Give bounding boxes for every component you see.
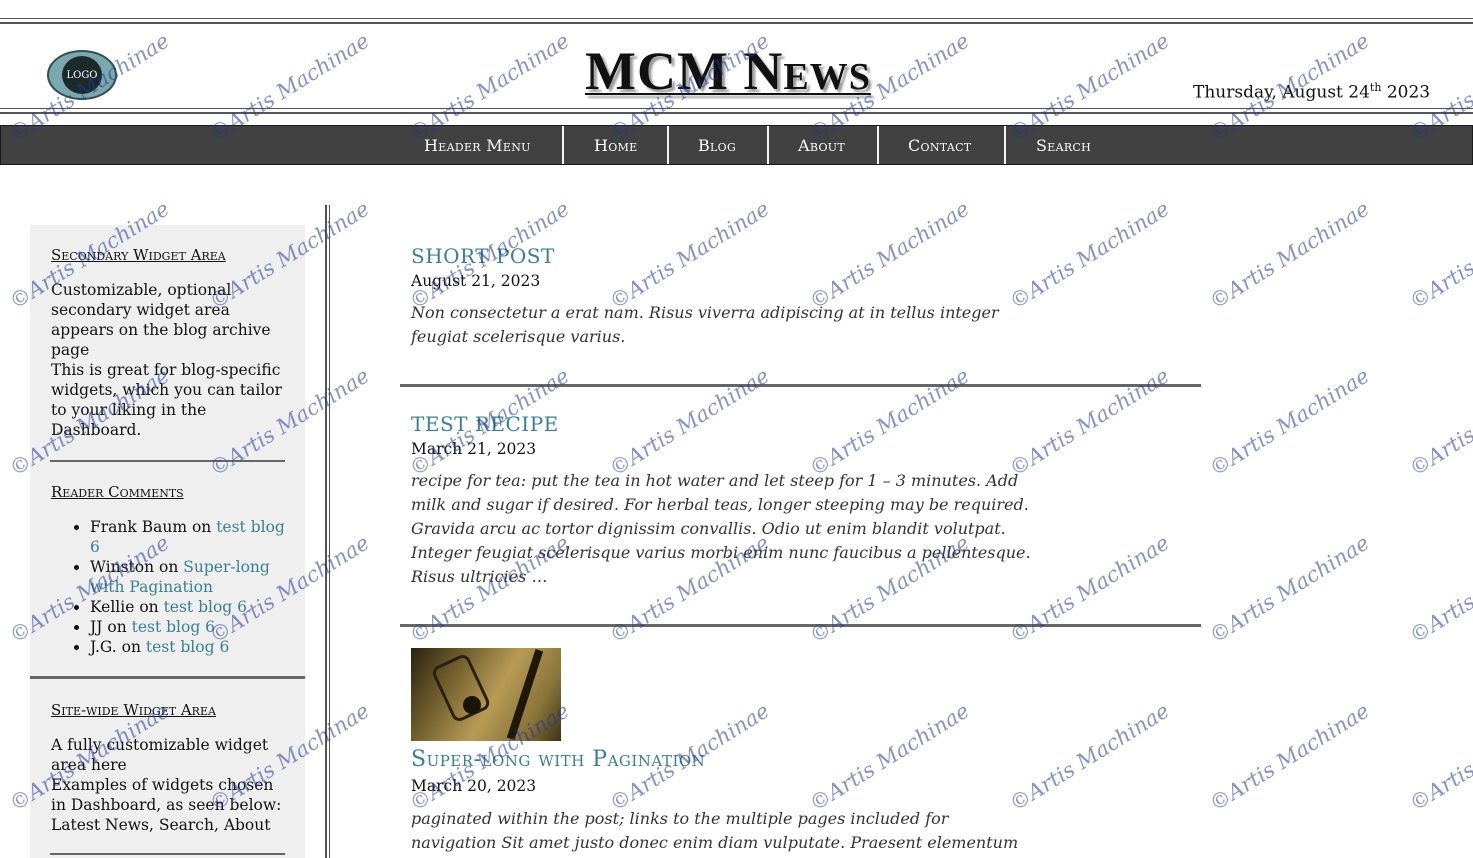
nav-about[interactable]: About [798, 126, 845, 164]
secondary-widget-paragraph: Customizable, optional secondary widget … [51, 281, 271, 359]
widget-divider [50, 853, 285, 855]
comment-post-link[interactable]: test blog 6 [164, 598, 247, 616]
widget-divider [30, 676, 305, 679]
watermark-text: ©Artis Machinae [605, 196, 774, 314]
post-excerpt: paginated within the post; links to the … [411, 809, 1019, 852]
nav-separator [767, 126, 769, 164]
nav-search[interactable]: Search [1036, 126, 1091, 164]
current-date: Thursday, August 24th 2023 [1193, 81, 1430, 103]
comment-on: on [134, 598, 164, 616]
sitewide-widget-paragraph: Examples of widgets chosen in Dashboard,… [51, 776, 282, 834]
comment-item: J.G. on test blog 6 [90, 637, 290, 657]
nav-separator [667, 126, 669, 164]
sidebar: Secondary Widget Area Customizable, opti… [30, 225, 305, 858]
comment-item: Kellie on test blog 6 [90, 597, 290, 617]
sidebar-divider [325, 205, 330, 858]
watermark-text: ©Artis Machinae [1405, 531, 1473, 648]
post-title[interactable]: SHORT POST [411, 244, 555, 268]
header-bottom-rule [0, 108, 1473, 114]
thumbnail-detail [506, 649, 544, 740]
watermark-text: ©Artis Machinae [1205, 363, 1374, 481]
watermark-text: ©Artis Machinae [605, 363, 774, 481]
secondary-widget-text: Customizable, optional secondary widget … [51, 280, 291, 440]
nav-separator [1004, 126, 1006, 164]
sitewide-widget-paragraph: A fully customizable widget area here [51, 736, 269, 774]
watermark-text: ©Artis Machinae [1005, 196, 1174, 314]
watermark-text: ©Artis Machinae [1405, 699, 1473, 816]
header-top-rule [0, 18, 1473, 24]
watermark-text: ©Artis Machinae [805, 363, 974, 481]
comment-author: Winston [90, 558, 155, 576]
watermark-text: ©Artis Machinae [1405, 197, 1473, 314]
comment-post-link[interactable]: test blog 6 [132, 618, 215, 636]
comment-author: Kellie [90, 598, 135, 616]
watermark-text: ©Artis Machinae [1205, 196, 1374, 314]
watermark-text: ©Artis Machinae [1205, 530, 1374, 648]
post-date: March 20, 2023 [411, 777, 537, 795]
comment-item: Winston on Super-long with Pagination [90, 557, 290, 597]
site-title[interactable]: MCM News [585, 40, 871, 102]
comment-author: J.G. [90, 638, 117, 656]
date-ordinal: th [1369, 81, 1382, 94]
post-title[interactable]: Super-long with Pagination [411, 747, 705, 772]
secondary-widget-title: Secondary Widget Area [51, 246, 226, 264]
post-thumbnail[interactable] [411, 648, 561, 741]
post-divider [400, 624, 1201, 627]
nav-separator [562, 126, 564, 164]
comment-on: on [116, 638, 146, 656]
post-title[interactable]: TEST RECIPE [411, 412, 559, 436]
date-year: 2023 [1381, 82, 1431, 103]
nav-blog[interactable]: Blog [698, 126, 736, 164]
watermark-text: ©Artis Machinae [805, 196, 974, 314]
post-date: August 21, 2023 [411, 272, 541, 290]
watermark-text: ©Artis Machinae [1405, 364, 1473, 481]
watermark-text: ©Artis Machinae [805, 698, 974, 816]
comment-post-link[interactable]: test blog 6 [146, 638, 229, 656]
post-date: March 21, 2023 [411, 440, 537, 458]
sitewide-widget-title: Site-wide Widget Area [51, 701, 216, 719]
comment-author: Frank Baum [90, 518, 188, 536]
nav-contact[interactable]: Contact [908, 126, 971, 164]
date-text: Thursday, August 24 [1193, 82, 1370, 103]
watermark-text: ©Artis Machinae [1205, 698, 1374, 816]
reader-comments-list: Frank Baum on test blog 6 Winston on Sup… [90, 517, 290, 657]
comment-on: on [187, 518, 217, 536]
watermark-text: ©Artis Machinae [1005, 363, 1174, 481]
site-logo[interactable]: LOGO [47, 50, 117, 100]
nav-header-menu[interactable]: Header Menu [424, 126, 531, 164]
post-divider [400, 384, 1201, 387]
watermark-text: ©Artis Machinae [1005, 698, 1174, 816]
nav-home[interactable]: Home [594, 126, 637, 164]
widget-divider [50, 460, 285, 462]
comment-item: Frank Baum on test blog 6 [90, 517, 290, 557]
post-excerpt: Non consectetur a erat nam. Risus viverr… [411, 303, 999, 346]
secondary-widget-paragraph: This is great for blog-specific widgets,… [51, 361, 283, 439]
comment-on: on [102, 618, 132, 636]
post-excerpt: recipe for tea: put the tea in hot water… [411, 471, 1031, 586]
comment-author: JJ [90, 618, 103, 636]
nav-separator [877, 126, 879, 164]
sitewide-widget-text: A fully customizable widget area here Ex… [51, 735, 291, 835]
main-nav: Header Menu Home Blog About Contact Sear… [0, 125, 1473, 165]
reader-comments-title: Reader Comments [51, 483, 184, 501]
thumbnail-detail [463, 696, 481, 714]
logo-emblem: LOGO [62, 56, 102, 94]
thumbnail-detail [430, 652, 492, 724]
comment-on: on [154, 558, 184, 576]
comment-item: JJ on test blog 6 [90, 617, 290, 637]
